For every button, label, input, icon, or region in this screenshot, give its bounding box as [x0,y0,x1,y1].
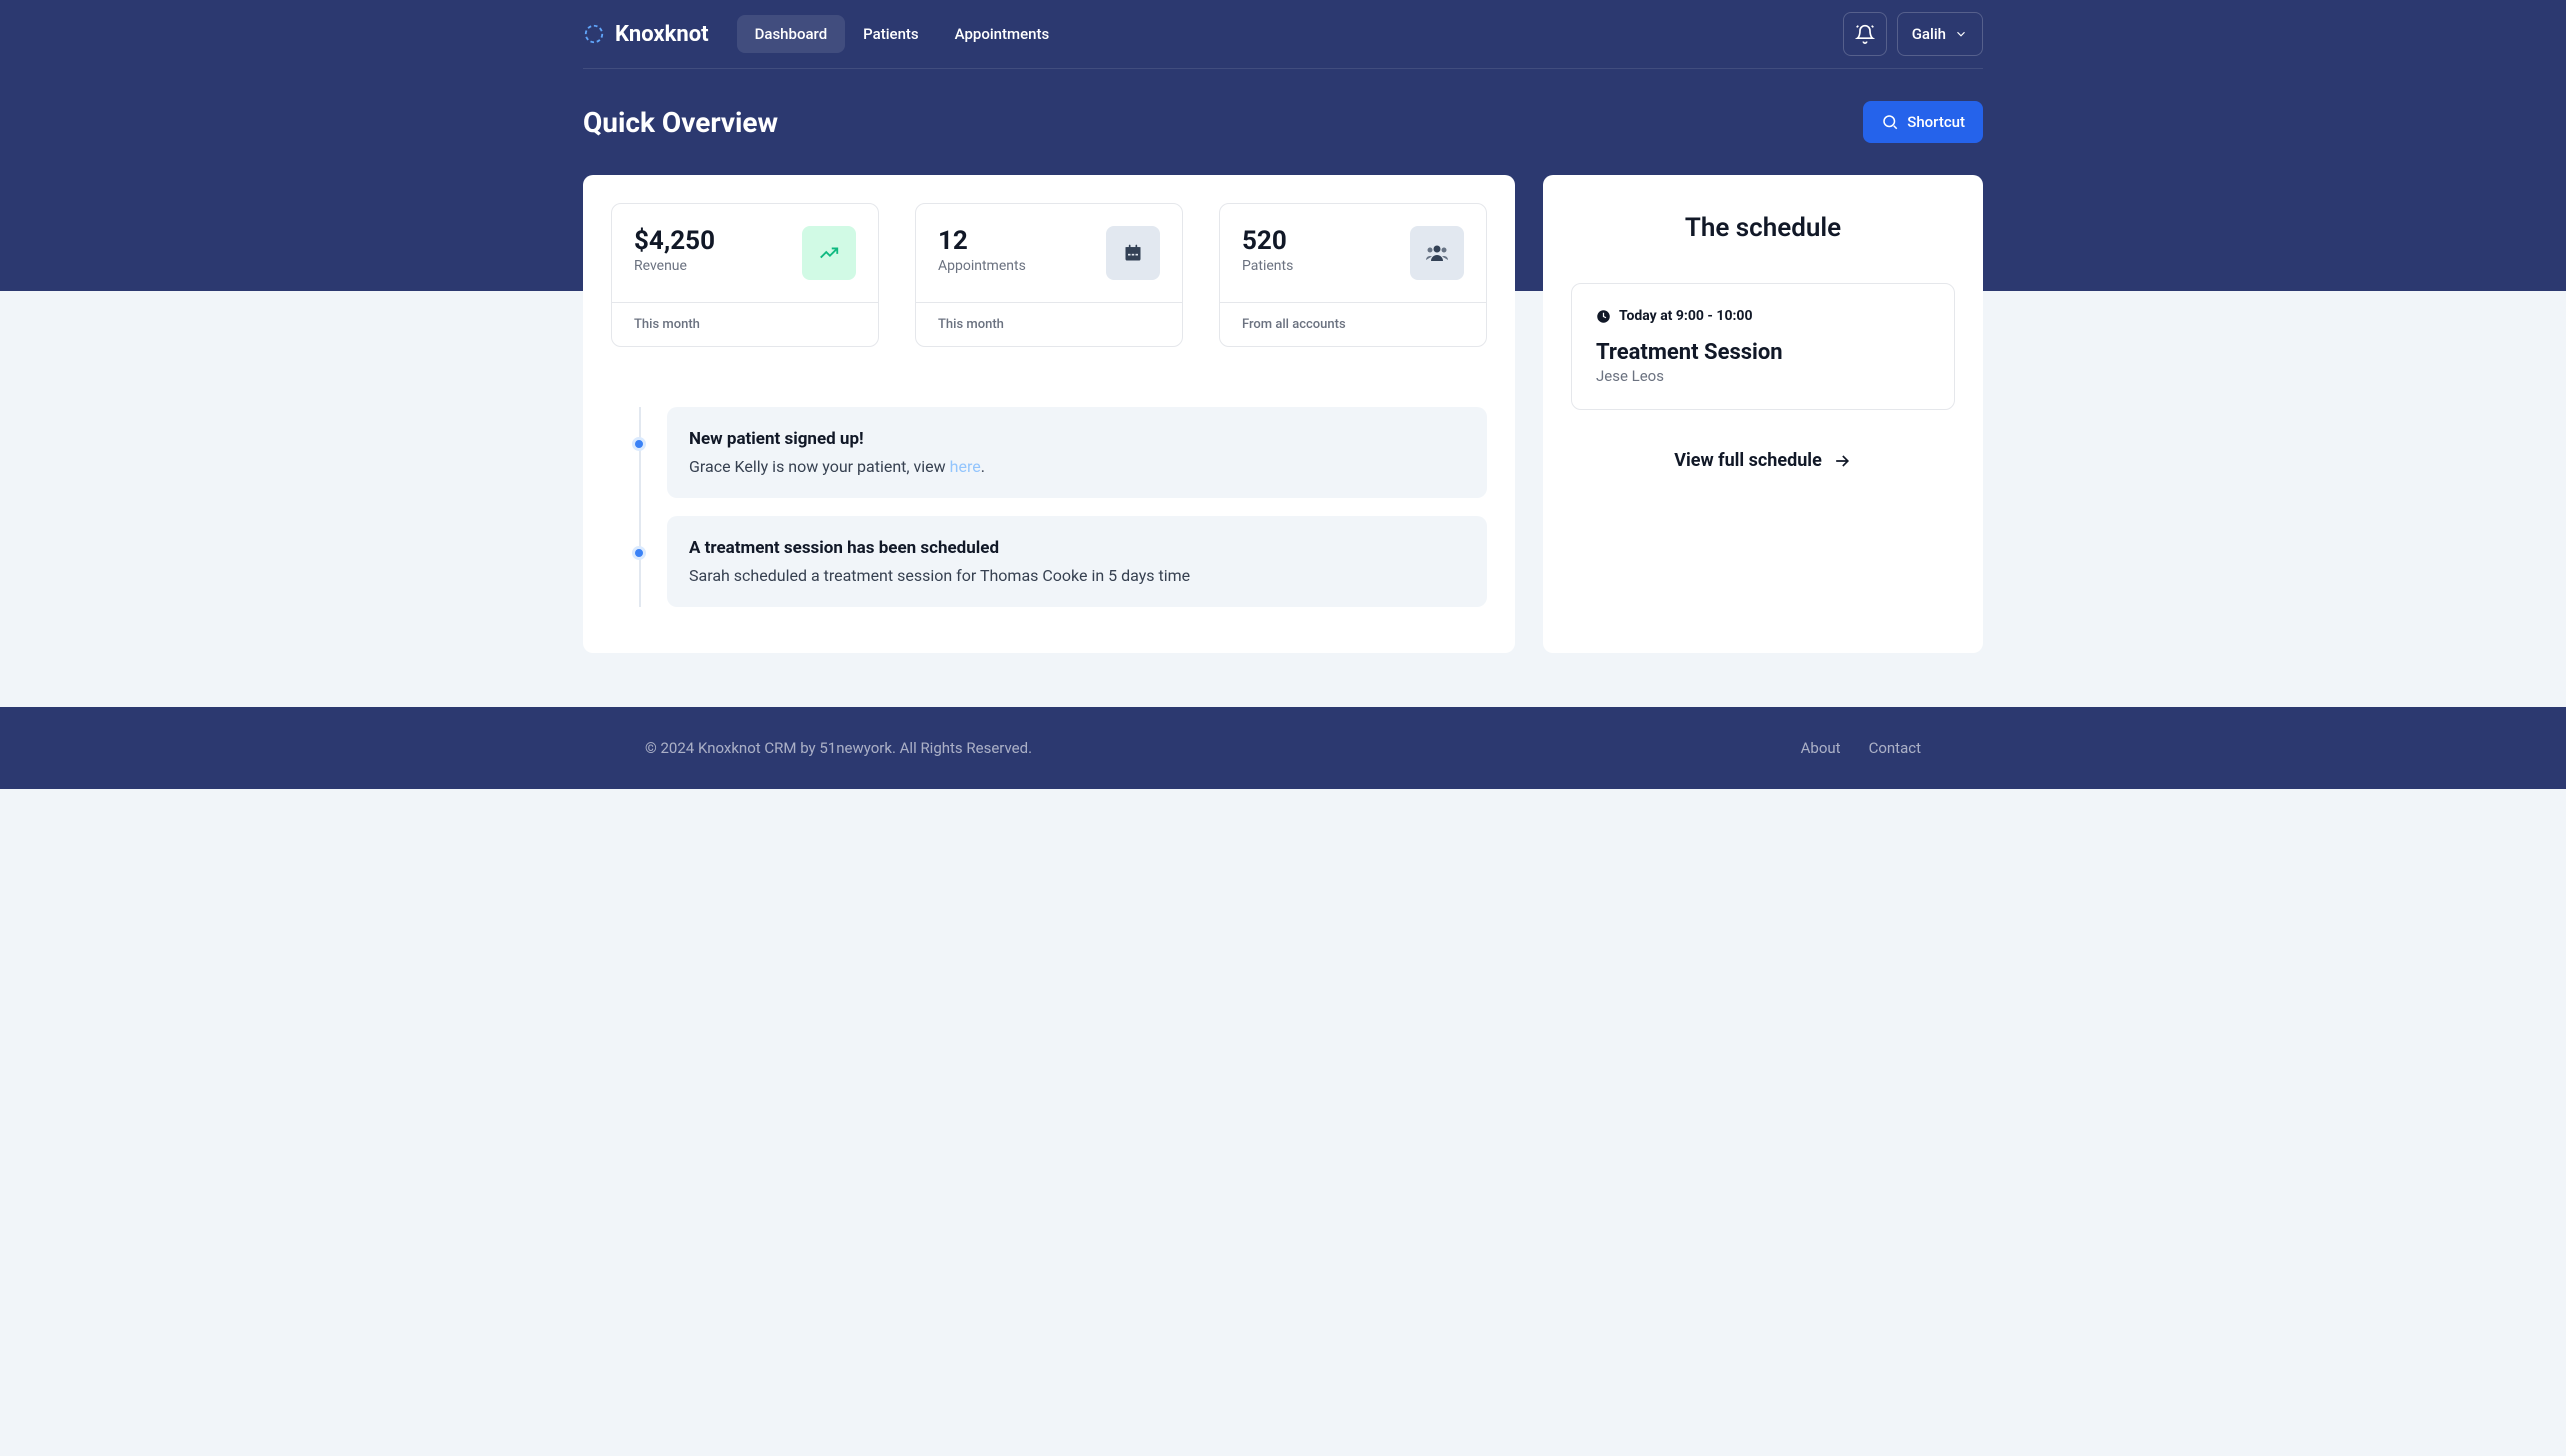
users-icon [1410,226,1464,280]
footer: © 2024 Knoxknot CRM by 51newyork. All Ri… [0,707,2566,789]
appointments-stat: 12 Appointments This month [915,203,1183,347]
revenue-stat: $4,250 Revenue This month [611,203,879,347]
revenue-period: This month [612,302,878,346]
nav-patients[interactable]: Patients [845,15,937,53]
appointments-period: This month [916,302,1182,346]
appointments-value: 12 [938,226,1026,256]
patients-label: Patients [1242,258,1293,274]
timeline-item: A treatment session has been scheduled S… [667,516,1487,607]
timeline-item: New patient signed up! Grace Kelly is no… [667,407,1487,498]
footer-about-link[interactable]: About [1801,739,1841,757]
activity-timeline: New patient signed up! Grace Kelly is no… [611,407,1487,607]
brand-logo[interactable]: Knoxknot [583,22,709,47]
patients-value: 520 [1242,226,1293,256]
timeline-title: New patient signed up! [689,429,1465,449]
timeline-link[interactable]: here [950,457,981,476]
notifications-button[interactable] [1843,12,1887,56]
appointments-label: Appointments [938,258,1026,274]
footer-contact-link[interactable]: Contact [1869,739,1921,757]
schedule-card: The schedule Today at 9:00 - 10:00 Treat… [1543,175,1983,653]
page-title: Quick Overview [583,106,778,139]
timeline-dot-icon [632,546,646,560]
shortcut-label: Shortcut [1907,113,1965,131]
user-menu-button[interactable]: Galih [1897,12,1983,56]
revenue-label: Revenue [634,258,715,274]
schedule-time-text: Today at 9:00 - 10:00 [1619,308,1753,324]
topbar: Knoxknot Dashboard Patients Appointments… [583,0,1983,69]
schedule-item: Today at 9:00 - 10:00 Treatment Session … [1571,283,1955,410]
nav-dashboard[interactable]: Dashboard [737,15,846,53]
footer-copyright: © 2024 Knoxknot CRM by 51newyork. All Ri… [645,739,1032,757]
timeline-text: Sarah scheduled a treatment session for … [689,566,1465,585]
nav-appointments[interactable]: Appointments [937,15,1068,53]
shortcut-button[interactable]: Shortcut [1863,101,1983,143]
revenue-value: $4,250 [634,226,715,256]
chevron-down-icon [1954,27,1968,41]
patients-period: From all accounts [1220,302,1486,346]
patients-stat: 520 Patients From all accounts [1219,203,1487,347]
schedule-patient-name: Jese Leos [1596,367,1930,385]
clock-icon [1596,309,1611,324]
schedule-session-name: Treatment Session [1596,340,1930,365]
user-name: Galih [1912,25,1946,43]
arrow-right-icon [1832,451,1852,471]
search-icon [1881,113,1899,131]
brand-name: Knoxknot [615,22,709,47]
timeline-dot-icon [632,437,646,451]
main-nav: Dashboard Patients Appointments [737,15,1068,53]
logo-icon [583,23,605,45]
trend-up-icon [802,226,856,280]
calendar-icon [1106,226,1160,280]
overview-card: $4,250 Revenue This month 12 Appointment… [583,175,1515,653]
view-full-schedule-link[interactable]: View full schedule [1571,450,1955,471]
bell-icon [1855,24,1875,44]
schedule-title: The schedule [1571,213,1955,243]
timeline-text: Grace Kelly is now your patient, view he… [689,457,1465,476]
timeline-title: A treatment session has been scheduled [689,538,1465,558]
